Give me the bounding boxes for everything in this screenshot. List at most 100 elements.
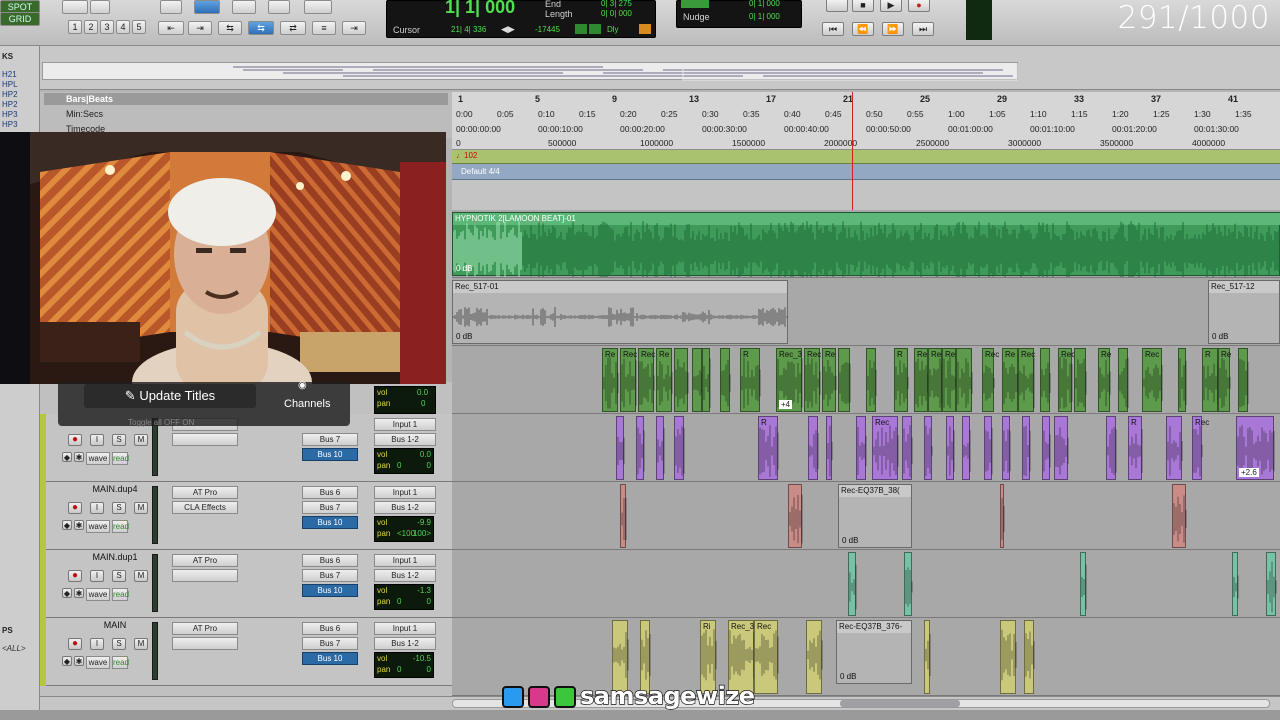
beat-region[interactable]: HYPNOTIK 2[LAMOON BEAT]-01 0 dB [452, 212, 1280, 277]
track-list-item[interactable]: HPL [2, 80, 18, 89]
region[interactable] [902, 416, 913, 480]
automation-mode[interactable]: read [112, 588, 129, 601]
region[interactable] [692, 348, 703, 412]
go-to-end-button[interactable]: ⏭ [912, 22, 934, 36]
region[interactable]: Re [602, 348, 619, 412]
input-selector[interactable]: Input 1 [374, 622, 436, 635]
playlist-icon[interactable]: ◆ [62, 520, 72, 530]
region[interactable] [866, 348, 877, 412]
sync-icon[interactable] [589, 24, 601, 34]
solo-button[interactable]: S [112, 434, 126, 446]
region[interactable] [808, 416, 819, 480]
mute-button[interactable]: M [134, 570, 148, 582]
trim-tool-button[interactable] [160, 0, 182, 14]
region[interactable] [1002, 416, 1011, 480]
region[interactable] [838, 348, 851, 412]
mute-button[interactable]: M [134, 434, 148, 446]
shift-right-icon[interactable]: ⇥ [188, 21, 212, 35]
send-slot[interactable]: Bus 10 [302, 516, 358, 529]
track-lane-main-dup4[interactable]: Rec-EQ37B_38(0 dB [452, 482, 1280, 550]
region[interactable]: Rec [638, 348, 655, 412]
play-button[interactable]: ▶ [880, 0, 902, 12]
region[interactable] [1022, 416, 1031, 480]
insert-slot[interactable]: AT Pro [172, 554, 238, 567]
input-selector[interactable]: Input 1 [374, 554, 436, 567]
region[interactable]: Re [1002, 348, 1019, 412]
link-timeline-icon[interactable]: ⇆ [248, 21, 274, 35]
length-value[interactable]: 0| 0| 000 [601, 9, 632, 18]
min-secs-ruler-label[interactable]: Min:Secs [66, 109, 103, 119]
region[interactable]: R [1202, 348, 1219, 412]
volume-pan-display[interactable]: vol -9.9 pan <100 100> [374, 516, 434, 542]
send-slot[interactable]: Bus 10 [302, 448, 358, 461]
eq-region[interactable]: Rec-EQ37B_38(0 dB [838, 484, 912, 548]
region[interactable] [720, 348, 731, 412]
volume-pan-display[interactable]: vol 0.0 pan 0 0 [374, 448, 434, 474]
output-selector[interactable]: Bus 1-2 [374, 637, 436, 650]
group-all[interactable]: <ALL> [2, 644, 26, 653]
rec-arm-button[interactable]: ● [68, 570, 82, 582]
track-list-item[interactable]: HP3 [2, 120, 18, 129]
grid-value[interactable]: 0| 1| 000 [749, 0, 780, 8]
main-counter[interactable]: 1| 1| 000 End Length 0| 3| 275 0| 0| 000… [386, 0, 656, 38]
tab-to-transient-icon[interactable]: ⇄ [280, 21, 306, 35]
zoom-out-button[interactable] [90, 0, 110, 14]
region[interactable] [962, 416, 971, 480]
bars-beats-ruler-label[interactable]: Bars|Beats [66, 94, 113, 104]
zoom-preset-5[interactable]: 5 [132, 20, 146, 34]
track-list-item[interactable]: HP3 [2, 110, 18, 119]
zoom-preset-3[interactable]: 3 [100, 20, 114, 34]
meter-marker[interactable]: Default 4/4 [461, 167, 500, 176]
tempo-ruler[interactable]: ♩102 [452, 150, 1280, 164]
region[interactable] [1238, 348, 1249, 412]
zoom-preset-4[interactable]: 4 [116, 20, 130, 34]
track-view-selector[interactable]: wave [86, 588, 110, 601]
link-icon[interactable]: ⇆ [218, 21, 242, 35]
grabber-tool-button[interactable] [232, 0, 256, 14]
region[interactable] [1054, 416, 1069, 480]
shift-left-icon[interactable]: ⇤ [158, 21, 184, 35]
scrollbar-thumb[interactable] [840, 700, 960, 707]
region[interactable]: Rec [872, 416, 899, 480]
region[interactable]: Re [914, 348, 929, 412]
zoom-toggle-button[interactable] [62, 0, 88, 14]
region[interactable]: Re [1098, 348, 1111, 412]
delay-comp-indicator[interactable] [639, 24, 651, 34]
track-lane-vox[interactable]: Re Rec Rec Re R Rec_3 +4 Rec Re R Re Rec Re Rec Re Rec R… [452, 346, 1280, 414]
region[interactable] [806, 620, 823, 694]
send-slot[interactable]: Bus 10 [302, 584, 358, 597]
zoom-preset-2[interactable]: 2 [84, 20, 98, 34]
region[interactable] [848, 552, 857, 616]
mute-button[interactable]: M [134, 638, 148, 650]
region[interactable] [924, 416, 933, 480]
region[interactable]: R [740, 348, 761, 412]
region[interactable] [904, 552, 913, 616]
channels-tab[interactable]: Channels [284, 398, 330, 410]
insert-slot[interactable] [172, 637, 238, 650]
playlist-icon[interactable]: ◆ [62, 588, 72, 598]
grid-toggle[interactable] [681, 0, 709, 8]
region[interactable]: Rec [928, 348, 945, 412]
nudge-value[interactable]: 0| 1| 000 [749, 12, 780, 21]
send-slot[interactable]: Bus 7 [302, 433, 358, 446]
markers-ruler[interactable] [452, 180, 1280, 210]
region[interactable] [1000, 484, 1005, 548]
input-selector[interactable]: Input 1 [374, 486, 436, 499]
track-options-icon[interactable]: ✱ [74, 520, 84, 530]
send-slot[interactable]: Bus 7 [302, 637, 358, 650]
send-slot[interactable]: Bus 6 [302, 486, 358, 499]
region[interactable]: Rec [620, 348, 637, 412]
pencil-tool-button[interactable] [304, 0, 332, 14]
output-selector[interactable]: Bus 1-2 [374, 569, 436, 582]
mute-button[interactable]: M [134, 502, 148, 514]
region[interactable] [1074, 348, 1087, 412]
update-titles-button[interactable]: ✎ Update Titles [84, 384, 256, 408]
automation-mode[interactable]: read [112, 520, 129, 533]
input-selector[interactable]: Input 1 [374, 418, 436, 431]
universe-view[interactable] [0, 46, 1280, 90]
region[interactable]: Re [656, 348, 673, 412]
input-monitor-button[interactable]: I [90, 502, 104, 514]
grid-mode-button[interactable]: GRID [0, 12, 40, 26]
automation-mode[interactable]: read [112, 656, 129, 669]
track-view-selector[interactable]: wave [86, 520, 110, 533]
